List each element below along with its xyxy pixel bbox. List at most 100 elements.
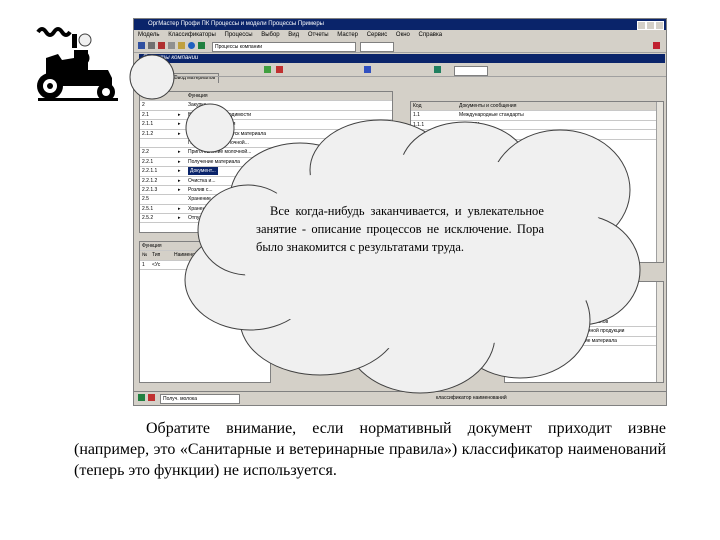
row-name: Хранение (188, 196, 211, 203)
table-row[interactable]: 2.1.1 ▸ Анализ потребности (140, 120, 392, 130)
arrow-icon[interactable] (364, 66, 371, 73)
scrollbar[interactable] (656, 102, 663, 262)
table-row[interactable]: 1.1.1 ISO 9001 (411, 121, 663, 131)
header-type[interactable]: Тип (152, 251, 172, 259)
print-icon[interactable] (148, 42, 155, 49)
font-select[interactable] (360, 42, 394, 52)
menu-help[interactable]: Справка (419, 32, 443, 38)
row-name: Документ... (188, 167, 218, 176)
row-type: <Ус (152, 261, 161, 268)
header-num[interactable]: № (142, 251, 150, 259)
menu-processes[interactable]: Процессы (225, 32, 253, 38)
row-code: 2.2 (142, 149, 149, 156)
table-row[interactable]: 2.1.2 ▸ Оформление и отпуск материала (140, 130, 392, 139)
function-pane: Функция № Тип Наименование 1 <Ус (139, 241, 271, 383)
main-toolbar: Процессы компании (134, 40, 666, 53)
row-code: 2.5.2 (142, 215, 154, 222)
table-row[interactable]: 2.2.1 ▸ Получение материала (140, 158, 392, 168)
copy-icon[interactable] (168, 42, 175, 49)
status-select[interactable]: Получ. молока (160, 394, 240, 404)
table-row[interactable]: 2.2 ▸ Приготовление молочной... (140, 148, 392, 158)
row-flag-icon: ▸ (178, 130, 181, 137)
status-bar: Получ. молока классификатор наименований (134, 391, 666, 404)
table-row[interactable]: 2 Закупка (140, 101, 392, 111)
row-code: 2.5.1 (142, 205, 154, 212)
row-flag-icon: ▸ (178, 186, 181, 193)
row-code: 2.2.1.1 (142, 168, 158, 175)
table-row[interactable]: 1.1.2 ISO... (411, 130, 663, 140)
header-code[interactable]: Код (413, 102, 443, 110)
table-row[interactable]: 2.2.1.3 ▸ Розлив с... (140, 186, 392, 196)
row-flag-icon: ▸ (178, 215, 181, 222)
menu-model[interactable]: Модель (138, 32, 160, 38)
row-name: Производство молочной... (188, 139, 249, 146)
close-icon[interactable] (148, 394, 155, 401)
cloud-text: Все когда-нибудь заканчивается, и увлека… (256, 204, 544, 254)
globe-icon[interactable] (188, 42, 195, 49)
header-documents[interactable]: Документы и сообщения (459, 102, 516, 110)
row-name: Отпуск... (188, 215, 209, 222)
row-name: ISO 9001 (459, 121, 481, 128)
row-name: Выяснение необходимости (188, 111, 252, 118)
maximize-button[interactable] (646, 21, 655, 30)
header-name[interactable]: Наименование (174, 251, 209, 259)
table-row[interactable]: 2.2.1.1 ▸ Документ... (140, 167, 392, 177)
row-flag-icon: ▸ (178, 168, 181, 175)
row-name: Международные стандарты (459, 112, 524, 119)
menu-view[interactable]: Вид (288, 32, 299, 38)
project-banner: Проекты компании (139, 54, 665, 63)
row-name: Получение материала (188, 158, 240, 165)
row-name: Хранение... (188, 205, 215, 212)
row-flag-icon: ▸ (178, 177, 181, 184)
flag-icon[interactable] (653, 42, 660, 49)
row-code: 2.2.1.3 (142, 186, 158, 193)
status-text: классификатор наименований (434, 394, 546, 402)
check-icon[interactable] (138, 394, 145, 401)
row-flag-icon: ▸ (178, 205, 181, 212)
row-code: 1.1.1 (413, 121, 425, 128)
menu-wizard[interactable]: Мастер (337, 32, 358, 38)
row-name: ISO... (459, 131, 472, 138)
list-item[interactable]: ...ии молочной продукции (505, 327, 663, 337)
tractor-icon (36, 27, 118, 101)
table-row[interactable]: 1.1 Международные стандарты (411, 111, 663, 121)
table-row[interactable]: 2.1 ▸ Выяснение необходимости (140, 111, 392, 121)
menu-classifiers[interactable]: Классификаторы (168, 32, 216, 38)
process-select[interactable]: Процессы компании (212, 42, 356, 52)
cut-icon[interactable] (158, 42, 165, 49)
delete-icon[interactable] (276, 66, 283, 73)
row-code: 2.1.2 (142, 130, 154, 137)
menu-select[interactable]: Выбор (261, 32, 279, 38)
row-code: 2.2.1.2 (142, 177, 158, 184)
header-code[interactable]: Код (142, 92, 172, 100)
disk-icon[interactable] (138, 42, 145, 49)
menu-window[interactable]: Окно (396, 32, 410, 38)
minimize-button[interactable] (637, 21, 646, 30)
list-item[interactable]: Получение материала (505, 337, 663, 347)
check-icon[interactable] (434, 66, 441, 73)
menu-service[interactable]: Сервис (367, 32, 388, 38)
row-code: 1.1 (413, 112, 420, 119)
table-row[interactable]: 1 <Ус (140, 261, 270, 271)
list-item-label: ...ии молочной продукции (565, 328, 625, 335)
list-item[interactable]: ...ии и материалов (505, 318, 663, 328)
menu-reports[interactable]: Отчеты (308, 32, 329, 38)
pane-title-text: Функция (142, 243, 162, 249)
close-button[interactable] (655, 21, 664, 30)
paste-icon[interactable] (178, 42, 185, 49)
filter-icon[interactable] (198, 42, 205, 49)
row-num: 1 (142, 261, 145, 268)
table-row[interactable]: Производство молочной... (140, 139, 392, 149)
table-row[interactable]: 2.2.1.2 ▸ Очистка и... (140, 177, 392, 186)
header-function[interactable]: Функция (188, 92, 208, 100)
row-code: 1.1.2 (413, 131, 425, 138)
secondary-toolbar (134, 64, 666, 77)
view-select[interactable] (454, 66, 488, 76)
row-name: Розлив с... (188, 186, 213, 193)
add-icon[interactable] (264, 66, 271, 73)
row-name: Очистка и... (188, 177, 216, 184)
slide-caption: Обратите внимание, если нормативный доку… (74, 420, 666, 479)
scrollbar[interactable] (656, 282, 663, 382)
table-header: Код Документы и сообщения (411, 102, 663, 112)
row-code: 2.1.1 (142, 121, 154, 128)
